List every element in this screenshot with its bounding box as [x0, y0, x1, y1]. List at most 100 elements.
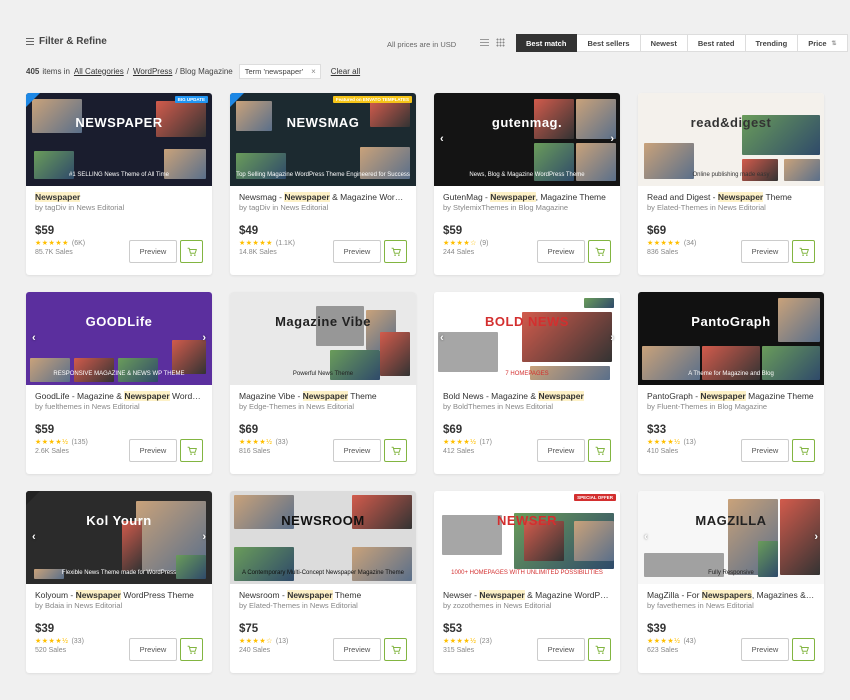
- carousel-next-icon[interactable]: ›: [202, 531, 206, 543]
- author-link[interactable]: zozothemes: [453, 601, 493, 610]
- product-title[interactable]: MagZilla - For Newspapers, Magazines & B…: [647, 590, 815, 601]
- preview-button[interactable]: Preview: [741, 240, 789, 263]
- author-link[interactable]: Bdaia: [45, 601, 64, 610]
- product-thumbnail[interactable]: NEWSMAG Top Selling Magazine WordPress T…: [230, 93, 416, 186]
- add-to-cart-button[interactable]: [180, 638, 203, 661]
- preview-button[interactable]: Preview: [129, 638, 177, 661]
- filter-refine-button[interactable]: Filter & Refine: [26, 36, 107, 47]
- remove-term-icon[interactable]: ×: [311, 67, 316, 76]
- product-card[interactable]: GOODLife RESPONSIVE MAGAZINE & NEWS WP T…: [26, 292, 212, 474]
- category-link[interactable]: Blog Magazine: [518, 203, 568, 212]
- product-title[interactable]: Kolyoum - Newspaper WordPress Theme: [35, 590, 203, 601]
- product-thumbnail[interactable]: NEWSPAPER #1 SELLING News Theme of All T…: [26, 93, 212, 186]
- product-thumbnail[interactable]: read&digest Online publishing made easy: [638, 93, 824, 186]
- breadcrumb-wordpress[interactable]: WordPress: [133, 67, 172, 76]
- add-to-cart-button[interactable]: [792, 439, 815, 462]
- add-to-cart-button[interactable]: [384, 439, 407, 462]
- product-thumbnail[interactable]: PantoGraph A Theme for Magazine and Blog: [638, 292, 824, 385]
- preview-button[interactable]: Preview: [537, 439, 585, 462]
- product-thumbnail[interactable]: Kol Yourn Flexible News Theme made for W…: [26, 491, 212, 584]
- preview-button[interactable]: Preview: [333, 439, 381, 462]
- product-thumbnail[interactable]: MAGZILLA Fully Responsive ‹ ›: [638, 491, 824, 584]
- product-title[interactable]: Read and Digest - Newspaper Theme: [647, 192, 815, 203]
- author-link[interactable]: tagDiv: [45, 203, 66, 212]
- product-card[interactable]: NEWSMAG Top Selling Magazine WordPress T…: [230, 93, 416, 275]
- preview-button[interactable]: Preview: [333, 240, 381, 263]
- add-to-cart-button[interactable]: [384, 638, 407, 661]
- product-title[interactable]: Newser - Newspaper & Magazine WordPress …: [443, 590, 611, 601]
- add-to-cart-button[interactable]: [384, 240, 407, 263]
- sort-best-rated[interactable]: Best rated: [687, 34, 746, 52]
- product-title[interactable]: Bold News - Magazine & Newspaper: [443, 391, 611, 402]
- category-link[interactable]: News Editorial: [92, 402, 140, 411]
- carousel-prev-icon[interactable]: ‹: [32, 332, 36, 344]
- carousel-prev-icon[interactable]: ‹: [440, 133, 444, 145]
- product-card[interactable]: Magazine Vibe Powerful News Theme Magazi…: [230, 292, 416, 474]
- carousel-next-icon[interactable]: ›: [610, 332, 614, 344]
- sort-newest[interactable]: Newest: [640, 34, 688, 52]
- product-title[interactable]: Magazine Vibe - Newspaper Theme: [239, 391, 407, 402]
- category-link[interactable]: News Editorial: [306, 402, 354, 411]
- author-link[interactable]: StylemixThemes: [453, 203, 508, 212]
- preview-button[interactable]: Preview: [537, 638, 585, 661]
- sort-trending[interactable]: Trending: [745, 34, 799, 52]
- product-card[interactable]: NEWSER 1000+ HOMEPAGES WITH UNLIMITED PO…: [434, 491, 620, 673]
- category-link[interactable]: News Editorial: [74, 601, 122, 610]
- carousel-next-icon[interactable]: ›: [202, 332, 206, 344]
- preview-button[interactable]: Preview: [741, 439, 789, 462]
- product-card[interactable]: read&digest Online publishing made easy …: [638, 93, 824, 275]
- preview-button[interactable]: Preview: [129, 439, 177, 462]
- preview-button[interactable]: Preview: [537, 240, 585, 263]
- add-to-cart-button[interactable]: [588, 439, 611, 462]
- carousel-prev-icon[interactable]: ‹: [644, 531, 648, 543]
- carousel-prev-icon[interactable]: ‹: [32, 531, 36, 543]
- product-thumbnail[interactable]: Magazine Vibe Powerful News Theme: [230, 292, 416, 385]
- product-card[interactable]: gutenmag. News, Blog & Magazine WordPres…: [434, 93, 620, 275]
- breadcrumb-all-categories[interactable]: All Categories: [74, 67, 124, 76]
- author-link[interactable]: Fluent-Themes: [657, 402, 707, 411]
- author-link[interactable]: tagDiv: [249, 203, 270, 212]
- product-title[interactable]: GoodLife - Magazine & Newspaper WordPres…: [35, 391, 203, 402]
- sort-best-sellers[interactable]: Best sellers: [577, 34, 641, 52]
- author-link[interactable]: Elated-Themes: [657, 203, 708, 212]
- add-to-cart-button[interactable]: [180, 439, 203, 462]
- add-to-cart-button[interactable]: [792, 240, 815, 263]
- preview-button[interactable]: Preview: [129, 240, 177, 263]
- author-link[interactable]: Edge-Themes: [249, 402, 296, 411]
- add-to-cart-button[interactable]: [588, 638, 611, 661]
- grid-view-icon[interactable]: [495, 37, 506, 48]
- category-link[interactable]: News Editorial: [706, 601, 754, 610]
- product-thumbnail[interactable]: gutenmag. News, Blog & Magazine WordPres…: [434, 93, 620, 186]
- product-thumbnail[interactable]: NEWSROOM A Contemporary Multi-Concept Ne…: [230, 491, 416, 584]
- carousel-next-icon[interactable]: ›: [610, 133, 614, 145]
- category-link[interactable]: News Editorial: [503, 601, 551, 610]
- author-link[interactable]: fuelthemes: [45, 402, 82, 411]
- product-title[interactable]: GutenMag - Newspaper, Magazine Theme: [443, 192, 611, 203]
- product-card[interactable]: Kol Yourn Flexible News Theme made for W…: [26, 491, 212, 673]
- preview-button[interactable]: Preview: [741, 638, 789, 661]
- author-link[interactable]: BoldThemes: [453, 402, 495, 411]
- author-link[interactable]: Elated-Themes: [249, 601, 300, 610]
- category-link[interactable]: News Editorial: [718, 203, 766, 212]
- category-link[interactable]: News Editorial: [280, 203, 328, 212]
- preview-button[interactable]: Preview: [333, 638, 381, 661]
- category-link[interactable]: News Editorial: [310, 601, 358, 610]
- product-card[interactable]: BOLD NEWS 7 HOMEPAGES ‹ › Bold News - Ma…: [434, 292, 620, 474]
- product-title[interactable]: Newsmag - Newspaper & Magazine WordPress…: [239, 192, 407, 203]
- product-card[interactable]: NEWSPAPER #1 SELLING News Theme of All T…: [26, 93, 212, 275]
- add-to-cart-button[interactable]: [588, 240, 611, 263]
- product-card[interactable]: MAGZILLA Fully Responsive ‹ › MagZilla -…: [638, 491, 824, 673]
- carousel-prev-icon[interactable]: ‹: [440, 332, 444, 344]
- category-link[interactable]: Blog Magazine: [717, 402, 767, 411]
- product-thumbnail[interactable]: GOODLife RESPONSIVE MAGAZINE & NEWS WP T…: [26, 292, 212, 385]
- sort-price[interactable]: Price ⇅: [798, 34, 848, 52]
- product-card[interactable]: NEWSROOM A Contemporary Multi-Concept Ne…: [230, 491, 416, 673]
- category-link[interactable]: News Editorial: [505, 402, 553, 411]
- list-view-icon[interactable]: [479, 37, 490, 48]
- add-to-cart-button[interactable]: [180, 240, 203, 263]
- add-to-cart-button[interactable]: [792, 638, 815, 661]
- clear-all-link[interactable]: Clear all: [331, 67, 360, 76]
- product-card[interactable]: PantoGraph A Theme for Magazine and Blog…: [638, 292, 824, 474]
- product-thumbnail[interactable]: BOLD NEWS 7 HOMEPAGES ‹ ›: [434, 292, 620, 385]
- author-link[interactable]: favethemes: [657, 601, 696, 610]
